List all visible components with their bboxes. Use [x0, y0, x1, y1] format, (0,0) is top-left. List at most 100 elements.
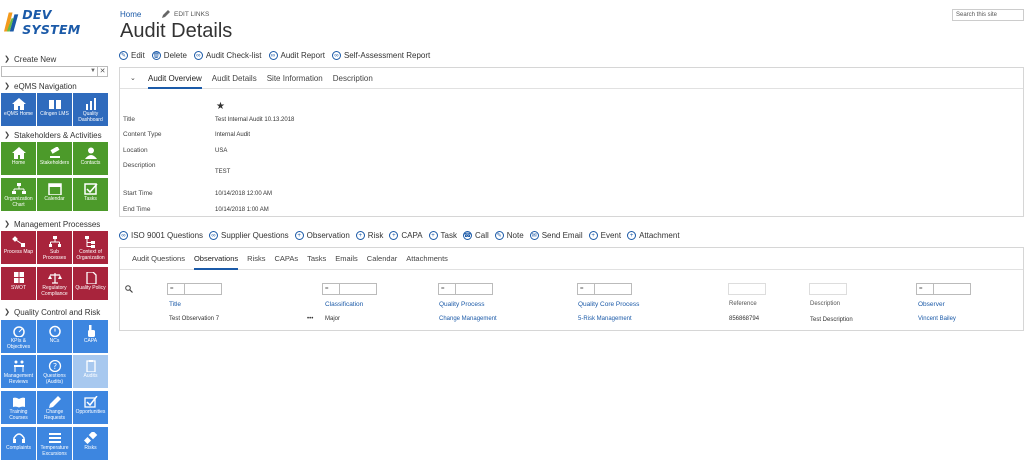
add-risk-button[interactable]: + Risk: [355, 231, 383, 240]
edit-button[interactable]: ✎ Edit: [119, 51, 145, 60]
section-management[interactable]: ❯ Management Processes: [0, 218, 110, 230]
section-stakeholders[interactable]: ❯ Stakeholders & Activities: [0, 129, 110, 141]
classification-filter[interactable]: =: [322, 283, 377, 295]
clear-icon[interactable]: ✕: [97, 67, 107, 76]
quality-core-process-filter[interactable]: =: [577, 283, 632, 295]
column-observer[interactable]: Observer: [918, 301, 945, 308]
tile-kpis[interactable]: KPIs & Objectives: [1, 320, 36, 353]
tile-ncs[interactable]: NCs: [37, 320, 72, 353]
tile-change-requests[interactable]: Change Requests: [37, 391, 72, 424]
cell-observer[interactable]: Vincent Bailey: [918, 316, 956, 322]
hierarchy-icon: [48, 236, 61, 247]
org-chart-icon: [11, 183, 26, 194]
chevron-down-icon[interactable]: ⌄: [130, 74, 148, 82]
cell-quality-core-process[interactable]: 5-Risk Management: [578, 316, 632, 322]
self-assessment-report-button[interactable]: ∞ Self-Assessment Report: [331, 51, 430, 60]
edit-links-button[interactable]: EDIT LINKS: [162, 10, 209, 18]
add-note-button[interactable]: ✎ Note: [494, 231, 524, 240]
observer-filter[interactable]: =: [916, 283, 971, 295]
cell-quality-process[interactable]: Change Management: [439, 316, 497, 322]
pencil-icon: [162, 10, 170, 18]
tile-comply[interactable]: Cilngen LMS: [37, 93, 72, 126]
tile-contacts[interactable]: Contacts: [73, 142, 108, 175]
reference-filter[interactable]: [728, 283, 766, 295]
chevron-down-icon: ❯: [4, 309, 10, 316]
tile-audits[interactable]: Audits: [73, 355, 108, 388]
column-quality-process[interactable]: Quality Process: [439, 301, 485, 308]
more-actions-icon[interactable]: •••: [307, 316, 313, 322]
tile-eqms-home[interactable]: eQMS Home: [1, 93, 36, 126]
list-icon: [48, 433, 61, 443]
create-new-select[interactable]: ▼ ✕: [1, 66, 108, 77]
breadcrumb-home[interactable]: Home: [120, 10, 141, 19]
tile-home[interactable]: Home: [1, 142, 36, 175]
audit-checklist-button[interactable]: ∞ Audit Check-list: [193, 51, 262, 60]
audit-report-button[interactable]: ∞ Audit Report: [268, 51, 325, 60]
iso-questions-button[interactable]: ∞ ISO 9001 Questions: [119, 231, 203, 240]
tab-observations[interactable]: Observations: [193, 248, 239, 270]
tab-calendar[interactable]: Calendar: [367, 248, 397, 270]
tab-capas[interactable]: CAPAs: [274, 248, 298, 270]
add-capa-button[interactable]: + CAPA: [389, 231, 423, 240]
tab-audit-overview[interactable]: Audit Overview: [148, 68, 202, 89]
tile-stakeholders[interactable]: Stakeholders: [37, 142, 72, 175]
add-attachment-button[interactable]: + Attachment: [627, 231, 680, 240]
tab-site-information[interactable]: Site Information: [267, 68, 323, 89]
supplier-questions-button[interactable]: ∞ Supplier Questions: [209, 231, 289, 240]
tile-complaints[interactable]: Complaints: [1, 427, 36, 460]
title-filter[interactable]: =: [167, 283, 222, 295]
tab-audit-questions[interactable]: Audit Questions: [132, 248, 185, 270]
column-title[interactable]: Title: [169, 301, 181, 308]
tab-description[interactable]: Description: [333, 68, 373, 89]
tile-quality-policy[interactable]: Quality Policy: [73, 267, 108, 300]
item-actions: ✎ Edit 🗑 Delete ∞ Audit Check-list ∞ Audit R…: [119, 51, 437, 60]
tile-context[interactable]: Context of Organization: [73, 231, 108, 264]
section-quality-control[interactable]: ❯ Quality Control and Risk: [0, 306, 110, 318]
process-map-icon: [11, 236, 25, 247]
add-event-button[interactable]: + Event: [588, 231, 621, 240]
tile-quality-dashboard[interactable]: Quality Dashboard: [73, 93, 108, 126]
delete-button[interactable]: 🗑 Delete: [151, 51, 187, 60]
tile-temp-excursions[interactable]: Temperature Excursions: [37, 427, 72, 460]
tile-calendar[interactable]: Calendar: [37, 178, 72, 211]
audit-overview-panel: ⌄ Audit Overview Audit Details Site Info…: [119, 67, 1024, 217]
chevron-down-icon[interactable]: ▼: [90, 67, 96, 76]
tile-process-map[interactable]: Process Map: [1, 231, 36, 264]
section-eqms[interactable]: ❯ eQMS Navigation: [0, 80, 110, 92]
send-email-button[interactable]: ✉ Send Email: [529, 231, 583, 240]
quality-process-filter[interactable]: =: [438, 283, 493, 295]
tab-attachments[interactable]: Attachments: [406, 248, 448, 270]
tab-audit-details[interactable]: Audit Details: [212, 68, 257, 89]
search-icon[interactable]: [125, 285, 133, 293]
tile-opportunities[interactable]: Opportunities: [73, 391, 108, 424]
tab-tasks[interactable]: Tasks: [307, 248, 326, 270]
tile-tasks[interactable]: Tasks: [73, 178, 108, 211]
site-search-input[interactable]: Search this site: [952, 9, 1024, 21]
start-time-value: 10/14/2018 12:00 AM: [215, 191, 273, 197]
tab-emails[interactable]: Emails: [335, 248, 358, 270]
tile-swot[interactable]: SWOT: [1, 267, 36, 300]
tile-org-chart[interactable]: Organization Chart: [1, 178, 36, 211]
description-filter[interactable]: [809, 283, 847, 295]
create-new-header[interactable]: ❯ Create New: [0, 53, 110, 65]
tile-risks[interactable]: Risks: [73, 427, 108, 460]
tab-risks[interactable]: Risks: [247, 248, 265, 270]
link-icon: ∞: [209, 231, 219, 240]
tile-mgmt-reviews[interactable]: Management Reviews: [1, 355, 36, 388]
cell-title[interactable]: Test Observation 7: [169, 316, 219, 322]
tile-questions[interactable]: ? Questions (Audits): [37, 355, 72, 388]
tile-capa[interactable]: CAPA: [73, 320, 108, 353]
star-icon[interactable]: ★: [216, 101, 225, 112]
headset-icon: [12, 433, 25, 443]
column-quality-core-process[interactable]: Quality Core Process: [578, 301, 639, 308]
add-call-button[interactable]: ☎ Call: [463, 231, 489, 240]
tile-sub-processes[interactable]: Sub Processes: [37, 231, 72, 264]
tile-regulatory[interactable]: Regulatory Compliance: [37, 267, 72, 300]
left-sidebar: DEV SYSTEM ❯ Create New ▼ ✕ ❯ eQMS Navig…: [0, 0, 110, 461]
add-task-button[interactable]: + Task: [428, 231, 457, 240]
add-observation-button[interactable]: + Observation: [294, 231, 350, 240]
tile-training[interactable]: Training Courses: [1, 391, 36, 424]
column-description: Description: [810, 301, 841, 307]
column-classification[interactable]: Classification: [325, 301, 363, 308]
brand-logo[interactable]: DEV SYSTEM: [4, 7, 110, 37]
